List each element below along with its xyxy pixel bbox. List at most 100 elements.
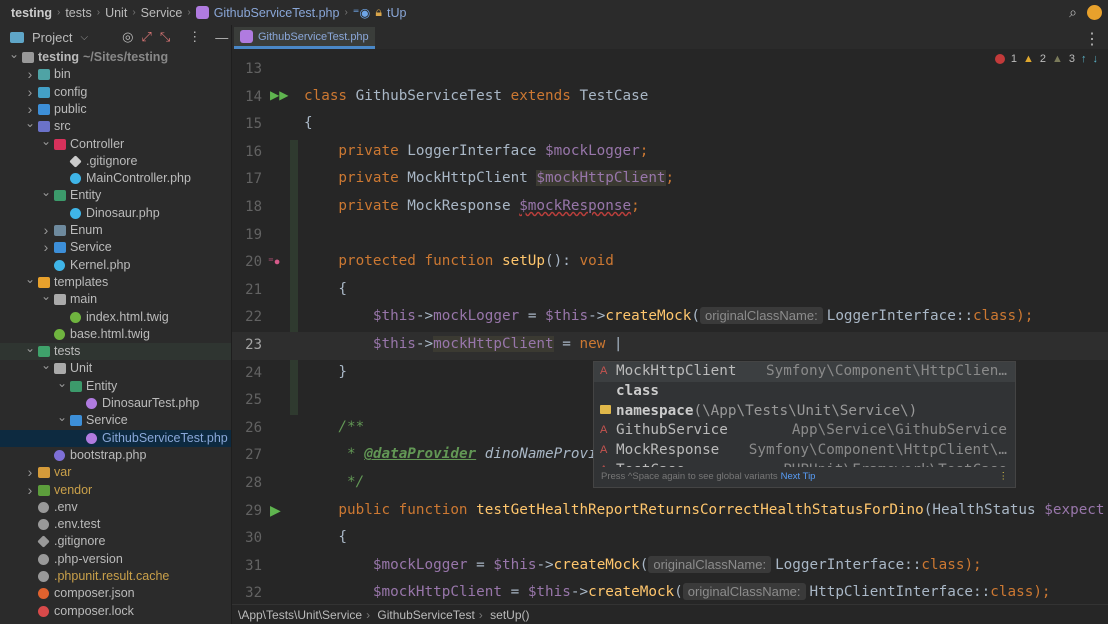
tree-item[interactable]: › vendor [0, 482, 231, 499]
tree-item[interactable]: MainController.php [0, 170, 231, 187]
tree-item[interactable]: ⌄ Unit [0, 357, 231, 377]
tree-item[interactable]: › Enum [0, 222, 231, 239]
tree-item[interactable]: ⌄ Entity [0, 375, 231, 395]
tree-item[interactable]: › bin [0, 66, 231, 83]
update-icon[interactable] [1087, 5, 1102, 20]
tree-item[interactable]: ⌄ Controller [0, 133, 231, 153]
tree-item[interactable]: ⌄ templates [0, 271, 231, 291]
tab-githubservicetest[interactable]: GithubServiceTest.php [234, 27, 375, 49]
more-icon[interactable]: ⋮ [999, 471, 1009, 482]
breadcrumb-tests[interactable]: tests [65, 6, 91, 20]
chevron-right-icon[interactable]: › [40, 222, 52, 239]
expand-icon[interactable]: ⤢ [141, 29, 151, 45]
breadcrumb-unit[interactable]: Unit [105, 6, 127, 20]
code-line[interactable]: { [304, 529, 347, 545]
breadcrumb-method[interactable]: tUp [387, 6, 406, 20]
chevron-down-icon[interactable]: ⌵ [80, 32, 88, 43]
status-crumb-namespace[interactable]: \App\Tests\Unit\Service [238, 608, 362, 622]
code-line[interactable]: $this->mockHttpClient = new | [304, 336, 623, 352]
tree-item[interactable]: .gitignore [0, 153, 231, 170]
completion-item[interactable]: class [594, 382, 1015, 402]
options-icon[interactable]: ⋮ [188, 29, 201, 45]
completion-item[interactable]: A MockHttpClient Symfony\Component\HttpCli… [594, 362, 1015, 382]
code-line[interactable]: * @dataProvider dinoNameProvi [304, 446, 597, 462]
code-line[interactable]: } [304, 364, 347, 380]
code-line[interactable]: private LoggerInterface $mockLogger; [304, 143, 648, 159]
code-line[interactable]: class GithubServiceTest extends TestCase [304, 88, 648, 104]
chevron-down-icon[interactable]: ⌄ [40, 357, 52, 374]
tree-item[interactable]: .gitignore [0, 533, 231, 550]
code-line[interactable]: $mockLogger = $this->createMock(original… [304, 555, 982, 573]
chevron-down-icon[interactable]: ⌄ [40, 184, 52, 201]
hide-icon[interactable]: — [215, 30, 228, 45]
tree-item[interactable]: .env [0, 499, 231, 516]
locate-icon[interactable]: ◎ [122, 29, 133, 45]
chevron-down-icon[interactable]: ⌄ [56, 375, 68, 392]
chevron-down-icon[interactable]: ⌄ [24, 340, 36, 357]
status-crumb-class[interactable]: GithubServiceTest [377, 608, 474, 622]
code-line[interactable]: private MockResponse $mockResponse; [304, 198, 639, 214]
previous-highlight-icon[interactable]: ↑ [1081, 53, 1087, 65]
completion-item[interactable]: namespace(\App\Tests\Unit\Service\) [594, 402, 1015, 422]
tree-item[interactable]: composer.lock [0, 603, 231, 620]
chevron-right-icon[interactable]: › [40, 239, 52, 256]
tree-item[interactable]: composer.json [0, 585, 231, 602]
tree-item[interactable]: ⌄ testing ~/Sites/testing [0, 46, 231, 66]
code-token: class [304, 87, 356, 104]
status-crumb-method[interactable]: setUp() [490, 608, 529, 622]
chevron-down-icon[interactable]: ⌄ [8, 46, 20, 63]
code-line[interactable]: private MockHttpClient $mockHttpClient; [304, 170, 674, 187]
search-icon[interactable]: ⌕ [1069, 4, 1077, 21]
tree-item[interactable]: › Service [0, 239, 231, 256]
tree-item[interactable]: ⌄ Entity [0, 184, 231, 204]
next-highlight-icon[interactable]: ↓ [1093, 53, 1099, 65]
tree-item[interactable]: Dinosaur.php [0, 205, 231, 222]
code-line[interactable]: { [304, 115, 313, 131]
tree-item[interactable]: .php-version [0, 551, 231, 568]
project-title[interactable]: Project [32, 30, 72, 45]
tree-item[interactable]: bootstrap.php [0, 447, 231, 464]
chevron-down-icon[interactable]: ⌄ [24, 271, 36, 288]
next-tip-link[interactable]: Next Tip [781, 471, 816, 482]
chevron-right-icon[interactable]: › [24, 482, 36, 499]
completion-item[interactable]: A MockResponse Symfony\Component\HttpClien… [594, 441, 1015, 461]
run-icon[interactable]: ▶▶ [270, 88, 288, 102]
chevron-down-icon[interactable]: ⌄ [40, 288, 52, 305]
tree-item[interactable]: › config [0, 84, 231, 101]
chevron-down-icon[interactable]: ⌄ [24, 115, 36, 132]
tree-item[interactable]: ⌄ src [0, 115, 231, 135]
code-line[interactable]: public function testGetHealthReportRetur… [304, 502, 1104, 518]
chevron-right-icon[interactable]: › [24, 66, 36, 83]
tree-item[interactable]: .env.test [0, 516, 231, 533]
code-line[interactable]: */ [304, 474, 364, 490]
completion-name: MockHttpClient [616, 363, 737, 379]
chevron-right-icon[interactable]: › [24, 464, 36, 481]
code-line[interactable]: /** [304, 419, 364, 435]
run-icon[interactable]: ▶ [270, 502, 281, 519]
breadcrumb-file[interactable]: GithubServiceTest.php [214, 6, 340, 20]
line-number: 20 [245, 254, 262, 271]
chevron-down-icon[interactable]: ⌄ [56, 409, 68, 426]
completion-item[interactable]: A GithubService App\Service\GithubService [594, 421, 1015, 441]
breadcrumb-testing[interactable]: testing [11, 6, 52, 20]
tree-item[interactable]: ⌄ Service [0, 409, 231, 429]
tree-item[interactable]: ⌄ tests [0, 340, 231, 361]
code-line[interactable]: protected function setUp(): void [304, 253, 613, 269]
breadcrumb-service[interactable]: Service [141, 6, 183, 20]
tree-item[interactable]: DinosaurTest.php [0, 395, 231, 412]
tab-options-icon[interactable]: ⋮ [1084, 29, 1100, 49]
collapse-icon[interactable]: ⤡ [160, 29, 170, 45]
chevron-right-icon[interactable]: › [24, 84, 36, 101]
code-line[interactable]: $mockHttpClient = $this->createMock(orig… [304, 583, 1051, 601]
inspections-widget[interactable]: 1 ▲ 2 ▲ 3 ↑ ↓ [994, 53, 1099, 65]
implements-icon[interactable]: ⁼● [268, 255, 280, 268]
code-editor[interactable]: 13 14 class GithubServiceTest extends Test… [232, 49, 1108, 604]
code-line[interactable]: $this->mockLogger = $this->createMock(or… [304, 307, 1033, 325]
tree-item[interactable]: index.html.twig [0, 309, 231, 326]
code-line[interactable]: { [304, 281, 347, 297]
tree-item[interactable]: .phpunit.result.cache [0, 568, 231, 585]
chevron-down-icon[interactable]: ⌄ [40, 133, 52, 150]
tree-item[interactable]: ⌄ main [0, 288, 231, 308]
tree-item[interactable]: GithubServiceTest.php [0, 429, 231, 447]
tree-item[interactable]: › var [0, 464, 231, 481]
